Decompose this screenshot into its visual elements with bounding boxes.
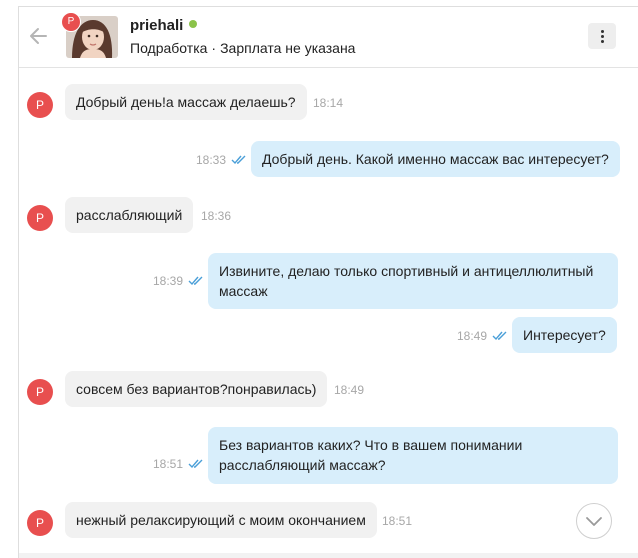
message-list: P Добрый день!а массаж делаешь? 18:14 18… bbox=[19, 68, 638, 558]
outgoing-bubble: Без вариантов каких? Что в вашем пониман… bbox=[208, 427, 618, 484]
online-status-icon bbox=[189, 20, 198, 28]
message-time: 18:49 bbox=[457, 329, 488, 343]
composer-edge bbox=[19, 553, 638, 558]
message-time: 18:39 bbox=[153, 274, 184, 288]
message-text: совсем без вариантов?понравилась) bbox=[76, 381, 317, 397]
chat-window: P priehali Подработка · Зарплата не указан… bbox=[18, 6, 638, 558]
scroll-down-button[interactable] bbox=[576, 503, 612, 539]
contact-avatar[interactable]: P bbox=[61, 12, 118, 58]
incoming-bubble: Добрый день!а массаж делаешь? bbox=[65, 84, 307, 120]
salary-info: Зарплата не указана bbox=[220, 40, 356, 56]
message-text: Добрый день. Какой именно массаж вас инт… bbox=[262, 151, 609, 167]
incoming-bubble: расслабляющий bbox=[65, 197, 194, 233]
vacancy-type: Подработка bbox=[130, 40, 208, 56]
sender-avatar[interactable]: P bbox=[27, 379, 53, 405]
message-text-line: расслабляющий массаж? bbox=[219, 457, 386, 473]
message-time: 18:14 bbox=[313, 96, 344, 110]
double-check-icon bbox=[231, 155, 246, 165]
double-check-icon bbox=[492, 331, 507, 341]
message-text-line: Извините, делаю только спортивный и анти… bbox=[219, 263, 594, 279]
message-time: 18:49 bbox=[334, 383, 365, 397]
contact-name-label: priehali bbox=[130, 17, 184, 34]
vacancy-info: Подработка · Зарплата не указана bbox=[130, 40, 355, 56]
sender-avatar[interactable]: P bbox=[27, 510, 53, 536]
message-text-line: Без вариантов каких? Что в вашем пониман… bbox=[219, 437, 523, 453]
outgoing-bubble: Извините, делаю только спортивный и анти… bbox=[208, 253, 618, 309]
message-time: 18:33 bbox=[196, 153, 227, 167]
message-text: нежный релаксирующий с моим окончанием bbox=[76, 512, 366, 528]
avatar-badge: P bbox=[61, 12, 81, 32]
message-time: 18:36 bbox=[201, 209, 232, 223]
contact-name[interactable]: priehali bbox=[130, 17, 198, 34]
back-arrow-icon[interactable] bbox=[28, 25, 50, 47]
message-text: Добрый день!а массаж делаешь? bbox=[76, 94, 296, 110]
more-vertical-icon bbox=[601, 30, 604, 33]
sender-avatar[interactable]: P bbox=[27, 92, 53, 118]
sender-avatar[interactable]: P bbox=[27, 205, 53, 231]
message-text-line: массаж bbox=[219, 283, 268, 299]
chevron-down-icon bbox=[586, 517, 602, 526]
double-check-icon bbox=[188, 276, 203, 286]
incoming-bubble: совсем без вариантов?понравилась) bbox=[65, 371, 328, 407]
message-text: расслабляющий bbox=[76, 207, 183, 223]
chat-header: P priehali Подработка · Зарплата не указан… bbox=[19, 7, 638, 68]
message-text: Интересует? bbox=[523, 327, 606, 343]
outgoing-bubble: Добрый день. Какой именно массаж вас инт… bbox=[251, 141, 620, 177]
message-time: 18:51 bbox=[153, 457, 184, 471]
double-check-icon bbox=[188, 459, 203, 469]
more-menu-button[interactable] bbox=[588, 23, 616, 49]
outgoing-bubble: Интересует? bbox=[512, 317, 617, 353]
separator: · bbox=[211, 40, 217, 56]
message-time: 18:51 bbox=[382, 514, 413, 528]
incoming-bubble: нежный релаксирующий с моим окончанием bbox=[65, 502, 377, 538]
